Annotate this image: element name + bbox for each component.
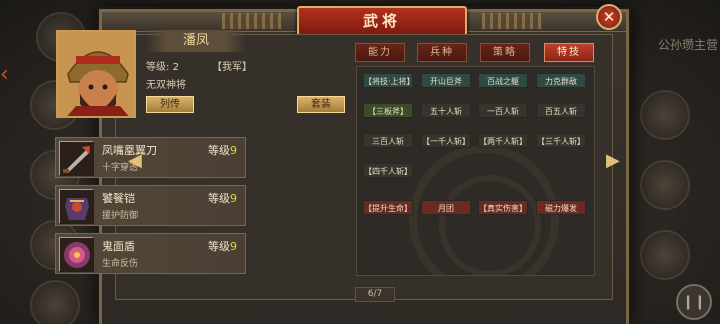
skill-tag[interactable]: 百五人斩 [536,103,586,118]
equipment-level-value: 9 [230,144,237,157]
hero-level: 等级: 2 [146,58,179,73]
skill-tag[interactable]: 【三板斧】 [363,103,413,118]
window-title: 武将 [297,6,467,36]
close-button[interactable]: ✕ [596,4,622,30]
hero-portrait-image [58,32,134,116]
title-ornament-right [482,13,542,29]
background-location-label: 公孙瓒主营 [657,38,718,52]
page-indicator: 6/7 [355,287,395,302]
armor-icon [59,189,94,224]
equipment-item[interactable]: 饕餮铠 等级9 援护防御 [55,185,246,226]
skill-tag[interactable]: 【三千人斩】 [536,133,586,148]
background-pause-button: ❙❙ [676,284,712,320]
skill-tag[interactable]: 一百人斩 [478,103,528,118]
background-avatar [640,90,690,140]
previous-hero-arrow-icon[interactable]: ◀ [128,150,142,171]
background-avatar [640,160,690,210]
tab-special-skills[interactable]: 特技 [544,43,594,62]
equipment-level-label: 等级 [208,240,230,253]
skill-tag[interactable]: 五十人斩 [421,103,471,118]
equipment-item[interactable]: 凤嘴凰翼刀 等级9 十字穿透 [55,137,246,178]
equipment-level-label: 等级 [208,144,230,157]
hero-level-value: 2 [172,62,179,73]
title-ornament-left [222,13,282,29]
hero-name: 潘凤 [146,30,246,52]
equipment-name: 鬼面盾 [102,240,135,253]
equipment-item[interactable]: 鬼面盾 等级9 生命反伤 [55,233,246,274]
equipment-list: 凤嘴凰翼刀 等级9 十字穿透 饕餮铠 等级9 援护防御 鬼面盾 等级9 生命反伤 [55,137,246,281]
equipment-level-value: 9 [230,240,237,253]
skill-tag[interactable]: 【一千人斩】 [421,133,471,148]
tab-strategy[interactable]: 策略 [480,43,530,62]
background-avatar [640,230,690,280]
equipment-description: 援护防御 [102,211,139,221]
skills-panel: 【将技·上将】 开山巨斧 百战之躯 力克群敌 【三板斧】 五十人斩 一百人斩 百… [356,66,595,276]
equipment-description: 生命反伤 [102,259,139,269]
skill-tag[interactable]: 开山巨斧 [421,73,471,88]
equipment-level: 等级9 [208,238,237,254]
equipment-level: 等级9 [208,190,237,206]
skill-tag[interactable]: 磁力爆发 [536,200,586,215]
skill-tag[interactable]: 百战之躯 [478,73,528,88]
equipment-level-label: 等级 [208,192,230,205]
hero-level-label: 等级: [146,62,170,73]
background-avatar [30,280,80,324]
tab-troop-type[interactable]: 兵种 [417,43,467,62]
hero-portrait [56,30,136,118]
tab-ability[interactable]: 能力 [355,43,405,62]
skill-tag[interactable]: 【真实伤害】 [478,200,528,215]
skill-tag[interactable]: 三百人斩 [363,133,413,148]
equipment-level-value: 9 [230,192,237,205]
detail-tabs: 能力 兵种 策略 特技 [355,43,594,63]
hero-title: 无双神将 [146,80,186,91]
skill-tag[interactable]: 【将技·上将】 [363,73,415,88]
hero-faction: 【我军】 [212,62,252,73]
outfit-button[interactable]: 套装 [297,96,345,113]
equipment-name: 饕餮铠 [102,192,135,205]
skill-tag[interactable]: 【两千人斩】 [478,133,528,148]
skill-tag[interactable]: 【提升生命】 [363,200,413,215]
blade-icon [59,141,94,176]
shield-icon [59,237,94,272]
biography-button[interactable]: 列传 [146,96,194,113]
skill-tag[interactable]: 力克群敌 [536,73,586,88]
background-chevron-left-icon: ‹ [0,62,9,87]
next-hero-arrow-icon[interactable]: ▶ [606,150,620,171]
skill-tag[interactable]: 月团 [421,200,471,215]
skill-tag[interactable]: 【四千人斩】 [363,163,413,178]
equipment-level: 等级9 [208,142,237,158]
